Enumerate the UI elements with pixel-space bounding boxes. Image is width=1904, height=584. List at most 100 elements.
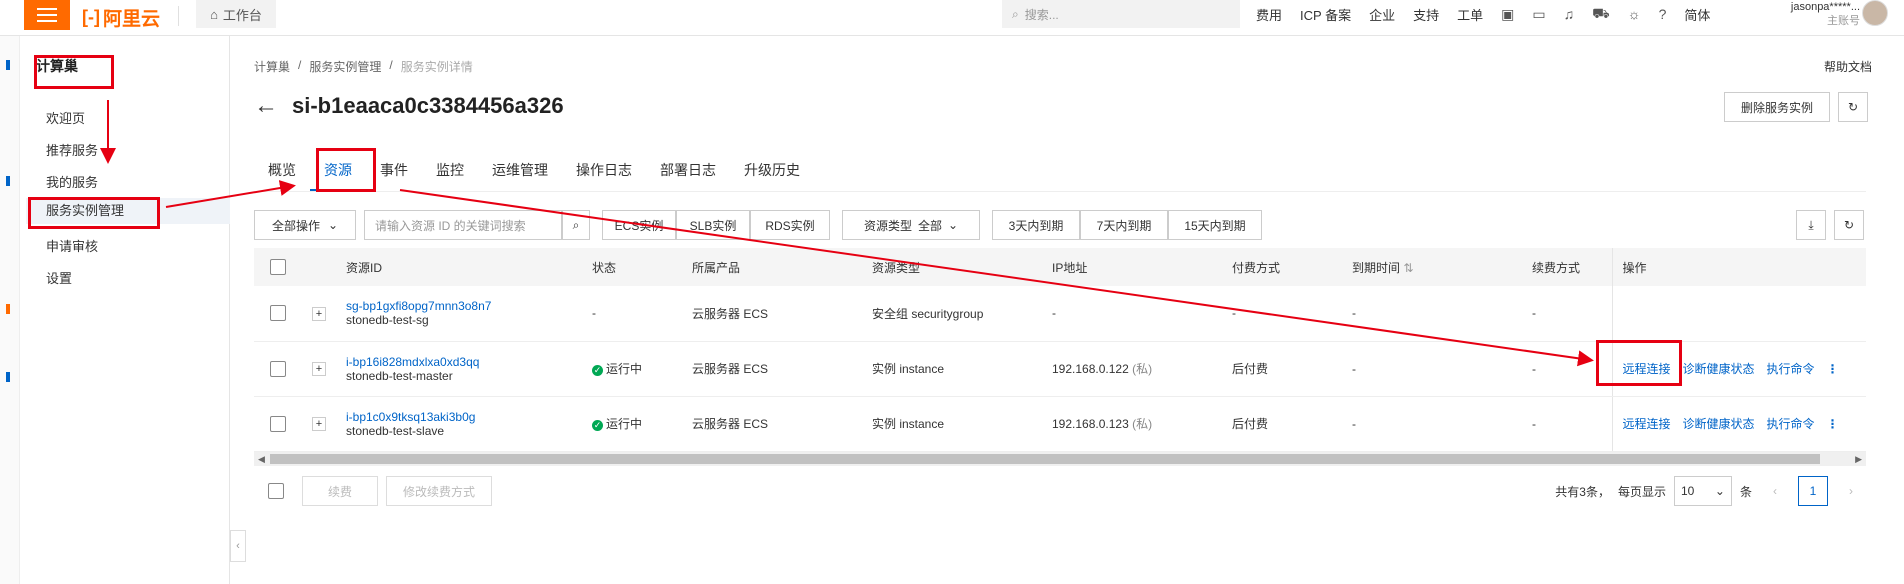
- app-icon[interactable]: ▣: [1501, 6, 1514, 23]
- scrollbar-thumb[interactable]: [270, 454, 1820, 464]
- remote-connect-link[interactable]: 远程连接: [1623, 417, 1671, 431]
- bell-icon[interactable]: ♫: [1564, 6, 1575, 22]
- help-doc-link[interactable]: 帮助文档: [1824, 58, 1872, 75]
- sidebar-item-recommended[interactable]: 推荐服务: [46, 140, 98, 159]
- avatar[interactable]: [1862, 0, 1888, 26]
- scroll-left-icon[interactable]: ◀: [258, 452, 265, 466]
- diagnose-health-link[interactable]: 诊断健康状态: [1683, 362, 1755, 376]
- resource-id-cell: i-bp16i828mdxlxa0xd3qq stonedb-test-maste…: [336, 341, 582, 397]
- resource-search-input[interactable]: 请输入资源 ID 的关键词搜索: [364, 210, 562, 240]
- row-checkbox-cell: [254, 286, 302, 342]
- resource-id-link[interactable]: i-bp16i828mdxlxa0xd3qq: [346, 355, 582, 369]
- nav-support[interactable]: 支持: [1413, 5, 1439, 24]
- filter-rds[interactable]: RDS实例: [750, 210, 830, 240]
- back-arrow-icon[interactable]: ←: [254, 92, 278, 120]
- delete-instance-button[interactable]: 删除服务实例: [1724, 92, 1830, 122]
- language-switch[interactable]: 简体: [1684, 5, 1710, 24]
- row-checkbox[interactable]: [270, 305, 286, 322]
- help-icon[interactable]: ?: [1659, 6, 1667, 22]
- run-command-link[interactable]: 执行命令: [1767, 362, 1815, 376]
- terminal-icon[interactable]: ▭: [1532, 6, 1545, 23]
- row-checkbox-cell: [254, 396, 302, 452]
- expand-icon[interactable]: +: [312, 362, 326, 376]
- tab-deploy-log[interactable]: 部署日志: [646, 148, 730, 191]
- strip-icon[interactable]: [6, 60, 10, 70]
- aliyun-logo[interactable]: [-] 阿里云: [82, 4, 160, 31]
- renew-button[interactable]: 续费: [302, 476, 378, 506]
- resource-type-select[interactable]: 资源类型 全部 ⌄: [842, 210, 980, 240]
- ip-value: 192.168.0.122: [1052, 362, 1129, 376]
- filter-expire-3d[interactable]: 3天内到期: [992, 210, 1080, 240]
- cart-icon[interactable]: ⛟: [1592, 5, 1610, 24]
- tab-ops-management[interactable]: 运维管理: [478, 148, 562, 191]
- modify-renew-button[interactable]: 修改续费方式: [386, 476, 492, 506]
- download-button[interactable]: ⤓: [1796, 210, 1826, 240]
- divider: [178, 6, 179, 26]
- page-button-current[interactable]: 1: [1798, 476, 1828, 506]
- expand-icon[interactable]: +: [312, 306, 326, 321]
- resource-id-link[interactable]: sg-bp1gxfi8opg7mnn3o8n7: [346, 299, 582, 313]
- select-all-checkbox[interactable]: [270, 259, 286, 275]
- diagnose-health-link[interactable]: 诊断健康状态: [1683, 417, 1755, 431]
- global-search-input[interactable]: ⌕ 搜索...: [1002, 0, 1240, 28]
- expand-icon[interactable]: +: [312, 417, 326, 431]
- ip-value: 192.168.0.123: [1052, 417, 1129, 431]
- scroll-right-icon[interactable]: ▶: [1855, 452, 1862, 466]
- tab-upgrade-history[interactable]: 升级历史: [730, 148, 814, 191]
- row-checkbox[interactable]: [270, 360, 286, 377]
- workbench-button[interactable]: ⌂ 工作台: [196, 0, 276, 28]
- horizontal-scrollbar[interactable]: ◀ ▶: [254, 452, 1866, 466]
- page-size-label: 每页显示: [1617, 484, 1666, 499]
- filter-expire-15d[interactable]: 15天内到期: [1168, 210, 1262, 240]
- table-refresh-button[interactable]: ↻: [1834, 210, 1864, 240]
- all-operations-dropdown[interactable]: 全部操作 ⌄: [254, 210, 356, 240]
- tab-operation-log[interactable]: 操作日志: [562, 148, 646, 191]
- nav-billing[interactable]: 费用: [1256, 5, 1282, 24]
- bulb-icon[interactable]: ☼: [1628, 6, 1641, 22]
- run-command-link[interactable]: 执行命令: [1767, 417, 1815, 431]
- status-cell: -: [582, 286, 682, 342]
- menu-icon[interactable]: [24, 0, 70, 30]
- refresh-button[interactable]: ↻: [1838, 92, 1868, 122]
- tab-monitoring[interactable]: 监控: [422, 148, 478, 191]
- nav-enterprise[interactable]: 企业: [1369, 5, 1395, 24]
- filter-ecs[interactable]: ECS实例: [602, 210, 676, 240]
- more-icon[interactable]: ⋮: [1827, 362, 1839, 376]
- strip-icon[interactable]: [6, 304, 10, 314]
- filter-expire-7d[interactable]: 7天内到期: [1080, 210, 1168, 240]
- sidebar-item-welcome[interactable]: 欢迎页: [46, 108, 85, 127]
- row-checkbox[interactable]: [270, 415, 286, 432]
- resource-id-link[interactable]: i-bp1c0x9tksq13aki3b0g: [346, 410, 582, 424]
- user-info[interactable]: jasonpa*****... 主账号: [1764, 0, 1860, 30]
- user-name: jasonpa*****...: [1790, 1, 1860, 13]
- resource-name: stonedb-test-master: [346, 368, 453, 383]
- sidebar-item-settings[interactable]: 设置: [46, 268, 72, 287]
- prev-page-button[interactable]: ‹: [1760, 476, 1790, 506]
- col-status: 状态: [582, 248, 682, 286]
- table-row: + sg-bp1gxfi8opg7mnn3o8n7 stonedb-test-sg…: [254, 286, 1866, 342]
- download-icon: ⤓: [1808, 217, 1814, 232]
- strip-icon[interactable]: [6, 176, 10, 186]
- page-size-select[interactable]: 10 ⌄: [1673, 476, 1732, 506]
- footer-select-all-checkbox[interactable]: [268, 483, 284, 499]
- nav-ticket[interactable]: 工单: [1457, 5, 1483, 24]
- breadcrumb-item[interactable]: 服务实例管理: [309, 58, 381, 75]
- nav-icp[interactable]: ICP 备案: [1300, 5, 1351, 24]
- resource-search-placeholder: 请输入资源 ID 的关键词搜索: [375, 218, 526, 233]
- breadcrumb-item[interactable]: 计算巢: [254, 58, 290, 75]
- product-cell: 云服务器 ECS: [682, 286, 862, 342]
- col-expire[interactable]: 到期时间 ⇅: [1342, 248, 1522, 286]
- sort-icon[interactable]: ⇅: [1403, 261, 1413, 275]
- sidebar-item-my-services[interactable]: 我的服务: [46, 172, 98, 191]
- page-title: si-b1eaaca0c3384456a326: [292, 93, 564, 118]
- strip-icon[interactable]: [6, 372, 10, 382]
- row-checkbox-cell: [254, 341, 302, 397]
- next-page-button[interactable]: ›: [1836, 476, 1866, 506]
- more-icon[interactable]: ⋮: [1827, 417, 1839, 431]
- filter-slb[interactable]: SLB实例: [676, 210, 750, 240]
- sidebar-item-review[interactable]: 申请审核: [46, 236, 98, 255]
- search-button[interactable]: ⌕: [562, 210, 590, 240]
- tab-overview[interactable]: 概览: [254, 148, 310, 191]
- sidebar-collapse-button[interactable]: ‹: [230, 530, 246, 562]
- expand-col: [302, 248, 336, 286]
